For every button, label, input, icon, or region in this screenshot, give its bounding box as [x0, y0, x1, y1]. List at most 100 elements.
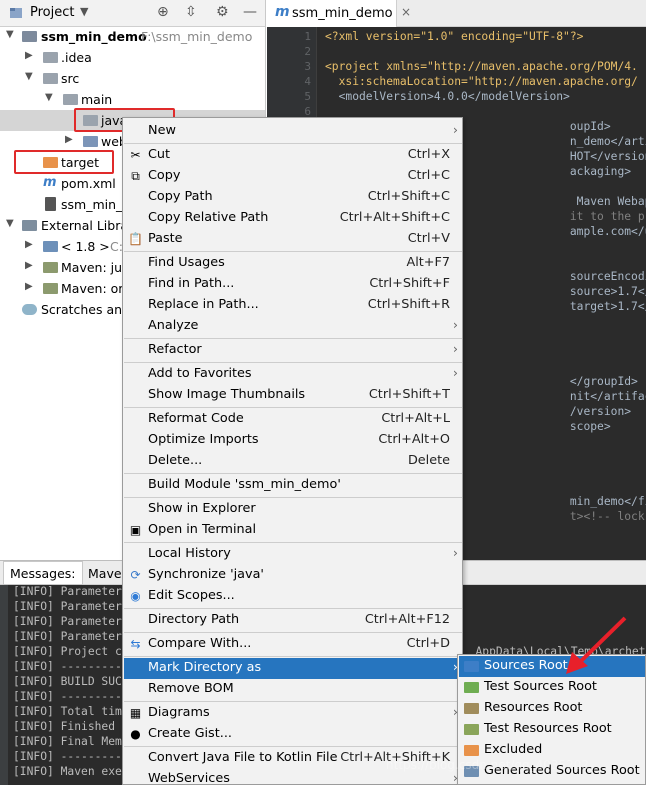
console-line: [INFO] Parameter	[13, 585, 122, 598]
gear-icon[interactable]: ⚙	[216, 4, 229, 20]
menu-item-add-to-favorites[interactable]: Add to Favorites ›	[124, 364, 462, 385]
menu-item-build-module-ssm-min-demo[interactable]: Build Module 'ssm_min_demo'	[124, 475, 462, 496]
menu-item-show-image-thumbnails[interactable]: Show Image Thumbnails Ctrl+Shift+T	[124, 385, 462, 406]
menu-item-label: Cut	[148, 147, 171, 162]
menu-item-copy[interactable]: ⧉ Copy Ctrl+C	[124, 166, 462, 187]
expand-arrow-icon[interactable]: ▼	[6, 218, 14, 229]
menu-item-label: Diagrams	[148, 705, 210, 720]
menu-item-label: Compare With...	[148, 636, 252, 651]
menu-item-show-in-explorer[interactable]: Show in Explorer	[124, 499, 462, 520]
menu-item-label: Refactor	[148, 342, 202, 357]
code-line: <modelVersion>4.0.0</modelVersion>	[325, 90, 570, 103]
close-icon[interactable]: ×	[401, 5, 411, 19]
menu-item-label: Copy Path	[148, 189, 213, 204]
menu-item-synchronize-java[interactable]: ⟳ Synchronize 'java'	[124, 565, 462, 586]
menu-item-reformat-code[interactable]: Reformat Code Ctrl+Alt+L	[124, 409, 462, 430]
menu-item-copy-relative-path[interactable]: Copy Relative Path Ctrl+Alt+Shift+C	[124, 208, 462, 229]
chevron-down-icon[interactable]: ▼	[80, 5, 88, 18]
menu-item-optimize-imports[interactable]: Optimize Imports Ctrl+Alt+O	[124, 430, 462, 451]
expand-arrow-icon[interactable]: ▶	[25, 50, 33, 61]
menu-item-label: Convert Java File to Kotlin File	[148, 750, 338, 765]
menu-item-delete[interactable]: Delete... Delete	[124, 451, 462, 472]
cut-icon: ✂	[130, 148, 141, 162]
menu-item-label: Copy Relative Path	[148, 210, 269, 225]
submenu-item-label: Test Sources Root	[484, 679, 597, 694]
hide-icon[interactable]: —	[243, 4, 257, 20]
menu-item-replace-in-path[interactable]: Replace in Path... Ctrl+Shift+R	[124, 295, 462, 316]
web-folder-icon	[83, 136, 98, 147]
tree-item-main[interactable]: ▼ main	[0, 89, 265, 110]
resource-folder-icon	[464, 703, 479, 714]
menu-item-paste[interactable]: 📋 Paste Ctrl+V	[124, 229, 462, 250]
menu-item-new[interactable]: New ›	[124, 121, 462, 142]
menu-item-shortcut: Alt+F7	[406, 255, 450, 270]
menu-item-remove-bom[interactable]: Remove BOM	[124, 679, 462, 700]
menu-item-analyze[interactable]: Analyze ›	[124, 316, 462, 337]
menu-item-copy-path[interactable]: Copy Path Ctrl+Shift+C	[124, 187, 462, 208]
menu-item-cut[interactable]: ✂ Cut Ctrl+X	[124, 145, 462, 166]
menu-item-local-history[interactable]: Local History ›	[124, 544, 462, 565]
project-view-icon	[10, 8, 22, 18]
expand-arrow-icon[interactable]: ▶	[25, 260, 33, 271]
editor-tab-pom[interactable]: m ssm_min_demo	[267, 0, 397, 27]
iml-file-icon	[45, 197, 56, 211]
editor-tab-bar: ×	[397, 0, 646, 27]
jdk-icon	[43, 241, 58, 252]
menu-item-find-in-path[interactable]: Find in Path... Ctrl+Shift+F	[124, 274, 462, 295]
menu-separator	[124, 473, 462, 474]
project-panel-header: Project ▼ ⊕ ⇳ ⚙ —	[0, 0, 265, 27]
menu-item-directory-path[interactable]: Directory Path Ctrl+Alt+F12	[124, 610, 462, 631]
menu-item-find-usages[interactable]: Find Usages Alt+F7	[124, 253, 462, 274]
submenu-item-label: Excluded	[484, 742, 543, 757]
folder-icon	[43, 73, 58, 84]
expand-arrow-icon[interactable]: ▶	[25, 239, 33, 250]
menu-item-label: Directory Path	[148, 612, 240, 627]
submenu-item-resources-root[interactable]: Resources Root	[459, 698, 645, 719]
tab-maven[interactable]: Mave	[88, 566, 122, 581]
chevron-right-icon: ›	[452, 342, 458, 357]
folder-icon	[43, 52, 58, 63]
menu-item-label: Delete...	[148, 453, 203, 468]
menu-separator	[124, 656, 462, 657]
expand-arrow-icon[interactable]: ▼	[6, 29, 14, 40]
copy-icon: ⧉	[131, 169, 140, 183]
code-line: <?xml version="1.0" encoding="UTF-8"?>	[325, 30, 584, 43]
console-line: [INFO] Maven exe	[13, 765, 122, 778]
menu-item-mark-directory-as[interactable]: Mark Directory as ›	[124, 658, 462, 679]
expand-arrow-icon[interactable]: ▶	[25, 281, 33, 292]
tree-item-ssm-min-demo[interactable]: ▼ ssm_min_demo F:\ssm_min_demo	[0, 26, 265, 47]
menu-item-shortcut: Ctrl+Alt+L	[381, 411, 450, 426]
expand-arrow-icon[interactable]: ▼	[45, 92, 53, 103]
menu-item-shortcut: Ctrl+D	[406, 636, 450, 651]
tree-item-label: pom.xml	[61, 176, 116, 191]
menu-separator	[124, 251, 462, 252]
menu-item-label: Replace in Path...	[148, 297, 259, 312]
console-line: [INFO] Finished	[13, 720, 116, 733]
menu-item-edit-scopes[interactable]: ◉ Edit Scopes...	[124, 586, 462, 607]
menu-item-open-in-terminal[interactable]: ▣ Open in Terminal	[124, 520, 462, 541]
excluded-folder-icon	[464, 745, 479, 756]
menu-item-refactor[interactable]: Refactor ›	[124, 340, 462, 361]
menu-item-shortcut: Ctrl+Shift+R	[367, 297, 450, 312]
menu-item-shortcut: Ctrl+Shift+C	[367, 189, 450, 204]
tab-messages[interactable]: Messages:	[3, 561, 83, 585]
menu-item-diagrams[interactable]: ▦ Diagrams ›	[124, 703, 462, 724]
menu-item-compare-with[interactable]: ⇆ Compare With... Ctrl+D	[124, 634, 462, 655]
red-arrow-annotation	[566, 616, 627, 674]
project-panel-title[interactable]: Project	[30, 5, 74, 20]
expand-arrow-icon[interactable]: ▶	[65, 134, 73, 145]
submenu-item-test-resources-root[interactable]: Test Resources Root	[459, 719, 645, 740]
menu-item-label: Find Usages	[148, 255, 225, 270]
test-resource-folder-icon	[464, 724, 479, 735]
menu-item-create-gist[interactable]: ● Create Gist...	[124, 724, 462, 745]
submenu-item-test-sources-root[interactable]: Test Sources Root	[459, 677, 645, 698]
tree-item-idea[interactable]: ▶ .idea	[0, 47, 265, 68]
globe-icon[interactable]: ⊕	[157, 4, 169, 20]
collapse-icon[interactable]: ⇳	[185, 4, 197, 20]
menu-item-shortcut: Ctrl+Alt+Shift+C	[339, 210, 450, 225]
menu-item-label: New	[148, 123, 176, 138]
tree-item-src[interactable]: ▼ src	[0, 68, 265, 89]
menu-item-label: Copy	[148, 168, 181, 183]
expand-arrow-icon[interactable]: ▼	[25, 71, 33, 82]
context-menu: New › ✂ Cut Ctrl+X ⧉ Copy Ctrl+C Copy Path Ctrl+S…	[122, 117, 463, 785]
